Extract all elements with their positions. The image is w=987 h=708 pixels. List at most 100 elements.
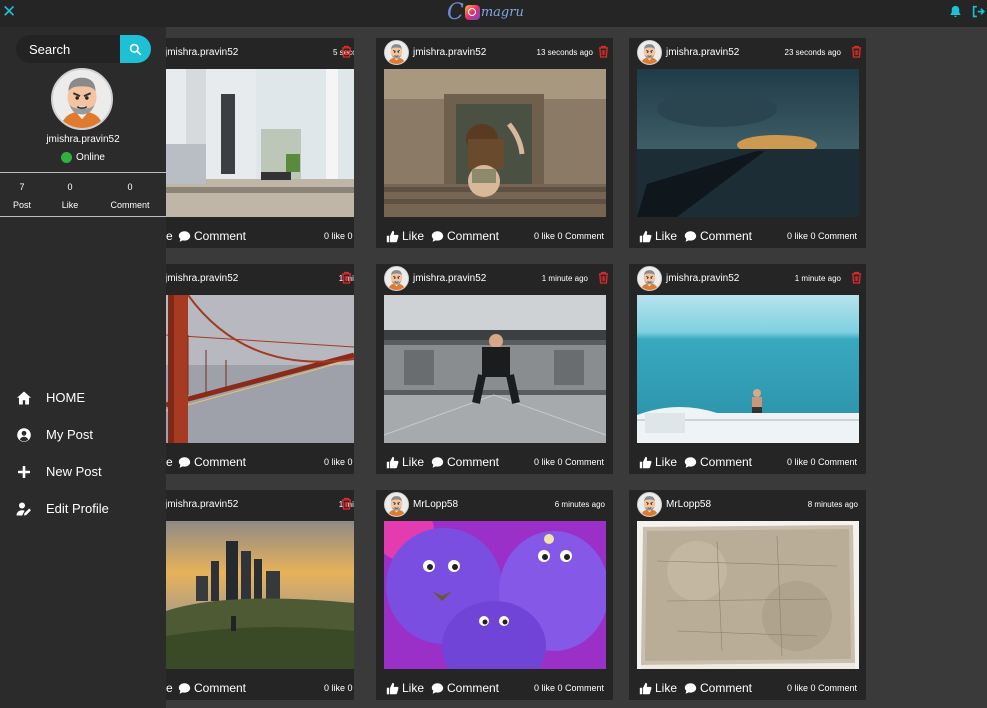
trash-icon[interactable]: [341, 497, 352, 510]
post-counts: 0 like 0 Comment: [786, 683, 857, 693]
comment-icon: [684, 230, 697, 243]
comment-label: Comment: [447, 681, 500, 695]
comment-button[interactable]: Comment: [684, 455, 752, 469]
bell-icon[interactable]: [949, 5, 962, 18]
like-button[interactable]: e: [166, 229, 173, 243]
like-button[interactable]: Like: [639, 229, 677, 243]
post-avatar[interactable]: [384, 492, 409, 517]
post-username[interactable]: MrLopp58: [666, 499, 711, 510]
trash-icon[interactable]: [341, 271, 352, 284]
post-image[interactable]: [637, 69, 859, 217]
post-username[interactable]: jmishra.pravin52: [413, 273, 486, 284]
post-image[interactable]: [166, 521, 354, 669]
post-avatar[interactable]: [637, 40, 662, 65]
post-username[interactable]: jmishra.pravin52: [666, 273, 739, 284]
comment-button[interactable]: Comment: [178, 681, 246, 695]
post-counts: 0 like 0 Comment: [786, 457, 857, 467]
sidebar: jmishra.pravin52 Online 7 Post 0 Like 0 …: [0, 27, 166, 708]
post-image[interactable]: [637, 521, 859, 669]
stat-label: Like: [61, 200, 79, 210]
post-footer: e Comment 0 like 0 Comment: [166, 678, 354, 698]
comment-button[interactable]: Comment: [178, 455, 246, 469]
like-button[interactable]: Like: [386, 455, 424, 469]
nav-item-label: New Post: [46, 464, 102, 479]
nav-item-label: Edit Profile: [46, 501, 109, 516]
like-label: Like: [402, 681, 425, 695]
stat-posts: 7 Post: [0, 178, 47, 214]
like-button[interactable]: e: [166, 681, 173, 695]
stat-value: 0: [127, 182, 133, 192]
comment-label: Comment: [194, 455, 247, 469]
close-icon[interactable]: ✕: [2, 2, 16, 22]
trash-icon[interactable]: [851, 271, 862, 284]
trash-icon[interactable]: [598, 45, 609, 58]
post-time: 8 minutes ago: [807, 500, 858, 509]
post-header: jmishra.pravin52 1 minute ago: [166, 264, 354, 292]
like-button[interactable]: Like: [639, 455, 677, 469]
post-username[interactable]: jmishra.pravin52: [166, 47, 238, 58]
post-username[interactable]: jmishra.pravin52: [666, 47, 739, 58]
search-button[interactable]: [120, 35, 151, 63]
thumbs-up-icon: [639, 230, 652, 243]
comment-button[interactable]: Comment: [178, 229, 246, 243]
stat-label: Post: [12, 200, 31, 210]
thumbs-up-icon: [386, 456, 399, 469]
like-label: e: [166, 681, 173, 695]
comment-label: Comment: [700, 229, 753, 243]
post-image[interactable]: [166, 295, 354, 443]
post-card: jmishra.pravin52 13 seconds ago Like Com…: [376, 38, 613, 248]
home-icon: [17, 391, 31, 405]
search-input[interactable]: [16, 35, 120, 63]
post-image[interactable]: [384, 295, 606, 443]
comment-icon: [431, 682, 444, 695]
like-button[interactable]: e: [166, 455, 173, 469]
trash-icon[interactable]: [598, 271, 609, 284]
post-username[interactable]: jmishra.pravin52: [166, 273, 238, 284]
post-footer: Like Comment 0 like 0 Comment: [376, 678, 613, 698]
stat-comments: 0 Comment: [105, 178, 155, 214]
comment-label: Comment: [700, 455, 753, 469]
post-avatar[interactable]: [384, 266, 409, 291]
trash-icon[interactable]: [851, 45, 862, 58]
stat-label: Comment: [110, 200, 150, 210]
online-status-label: Online: [76, 152, 105, 163]
avatar[interactable]: [51, 68, 113, 130]
thumbs-up-icon: [386, 230, 399, 243]
nav-item-home[interactable]: HOME: [0, 383, 166, 413]
stat-value: 7: [19, 182, 25, 192]
nav-item-label: My Post: [46, 427, 93, 442]
nav-item-edit-profile[interactable]: Edit Profile: [0, 494, 166, 524]
post-username[interactable]: jmishra.pravin52: [166, 499, 238, 510]
post-image[interactable]: [384, 69, 606, 217]
post-image[interactable]: [166, 69, 354, 217]
post-time: 13 seconds ago: [536, 48, 594, 57]
like-button[interactable]: Like: [639, 681, 677, 695]
trash-icon[interactable]: [341, 45, 352, 58]
like-button[interactable]: Like: [386, 681, 424, 695]
divider: [0, 216, 166, 217]
comment-button[interactable]: Comment: [684, 229, 752, 243]
like-label: Like: [402, 455, 425, 469]
post-image[interactable]: [637, 295, 859, 443]
comment-button[interactable]: Comment: [431, 681, 499, 695]
like-button[interactable]: Like: [386, 229, 424, 243]
comment-label: Comment: [194, 681, 247, 695]
comment-button[interactable]: Comment: [431, 229, 499, 243]
post-username[interactable]: MrLopp58: [413, 499, 458, 510]
post-avatar[interactable]: [637, 266, 662, 291]
search-box: [16, 35, 151, 63]
post-avatar[interactable]: [637, 492, 662, 517]
nav-item-new-post[interactable]: New Post: [0, 457, 166, 487]
like-label: e: [166, 455, 173, 469]
nav-item-my-post[interactable]: My Post: [0, 420, 166, 450]
search-icon: [129, 43, 142, 55]
post-image[interactable]: [384, 521, 606, 669]
post-username[interactable]: jmishra.pravin52: [413, 47, 486, 58]
comment-button[interactable]: Comment: [684, 681, 752, 695]
post-avatar[interactable]: [384, 40, 409, 65]
post-time: 1 minute ago: [794, 274, 841, 283]
logout-icon[interactable]: [972, 5, 985, 18]
comment-button[interactable]: Comment: [431, 455, 499, 469]
post-footer: Like Comment 0 like 0 Comment: [376, 452, 613, 472]
user-edit-icon: [16, 502, 31, 516]
